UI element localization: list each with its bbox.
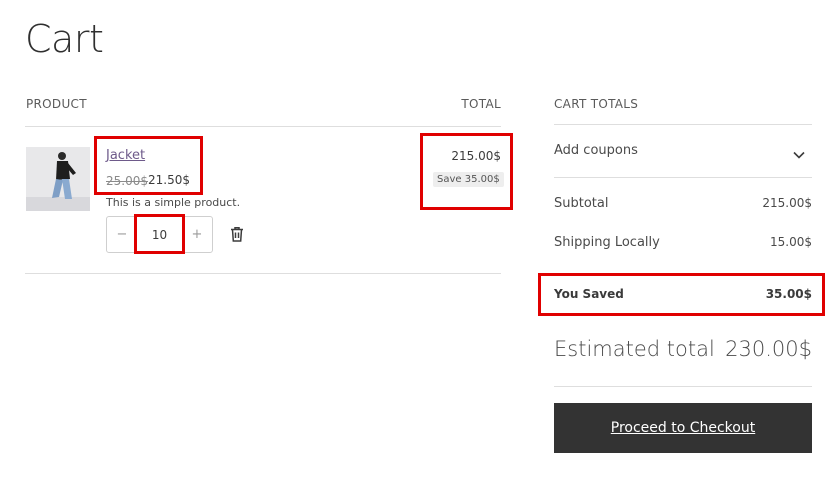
you-saved-label: You Saved (554, 287, 624, 301)
table-footer-divider (25, 273, 501, 274)
add-coupons-toggle[interactable]: Add coupons (554, 143, 638, 158)
proceed-to-checkout-button[interactable]: Proceed to Checkout (554, 403, 812, 453)
decrement-button[interactable]: − (107, 217, 137, 252)
chevron-down-icon[interactable] (792, 146, 806, 159)
quantity-input[interactable]: 10 (137, 228, 182, 242)
sale-price: 21.50$ (148, 173, 190, 187)
product-description: This is a simple product. (106, 196, 241, 209)
cart-totals-header: CART TOTALS (554, 97, 639, 111)
you-saved-value: 35.00$ (765, 287, 812, 301)
estimated-total-value: 230.00$ (725, 337, 812, 361)
product-name-link[interactable]: Jacket (106, 148, 145, 163)
product-column-header: PRODUCT (26, 97, 87, 111)
total-column-header: TOTAL (461, 97, 501, 111)
line-total: 215.00$ (451, 149, 501, 163)
trash-icon[interactable] (228, 225, 246, 243)
totals-top-divider (554, 124, 812, 125)
subtotal-label: Subtotal (554, 196, 609, 211)
save-badge: Save 35.00$ (433, 172, 504, 187)
page-title: Cart (25, 17, 104, 61)
quantity-stepper: − 10 + (106, 216, 213, 253)
shipping-label: Shipping Locally (554, 235, 660, 250)
shipping-value: 15.00$ (770, 235, 812, 249)
subtotal-value: 215.00$ (762, 196, 812, 210)
original-price: 25.00$ (106, 174, 148, 188)
increment-button[interactable]: + (182, 217, 212, 252)
coupon-divider (554, 177, 812, 178)
estimated-divider (554, 386, 812, 387)
table-header-divider (25, 126, 501, 127)
product-photo-icon (26, 147, 90, 211)
product-thumbnail[interactable] (26, 147, 90, 211)
